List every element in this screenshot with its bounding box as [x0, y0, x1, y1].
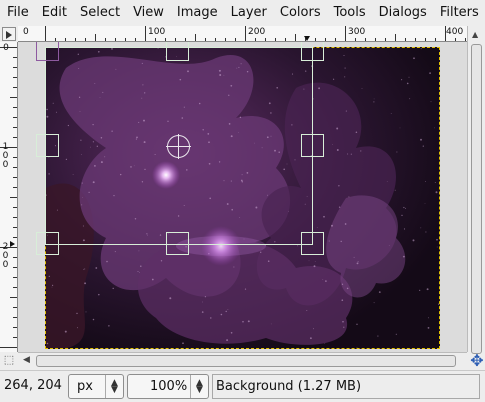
zoom-value: 100% [150, 379, 188, 394]
scroll-left-icon[interactable]: ◀ [23, 355, 30, 365]
quick-mask-arrow-icon[interactable] [2, 27, 16, 41]
statusbar: 264, 204 px ▲ ▼ 100% ▲ ▼ Background (1.27 … [0, 370, 485, 402]
chevron-updown-icon[interactable]: ▲ ▼ [105, 375, 123, 398]
unit-value: px [77, 379, 93, 394]
menu-filters[interactable]: Filters [440, 5, 479, 20]
move-crosshair-icon[interactable] [166, 134, 191, 159]
pointer-marker-icon [304, 36, 310, 41]
navigate-cross-icon[interactable]: ✥ [469, 353, 485, 369]
status-message: Background (1.27 MB) [212, 374, 480, 399]
vertical-scroll-thumb[interactable] [471, 44, 482, 354]
menu-layer[interactable]: Layer [231, 5, 267, 20]
unit-selector[interactable]: px ▲ ▼ [68, 374, 124, 399]
menu-select[interactable]: Select [80, 5, 120, 20]
menu-image[interactable]: Image [177, 5, 218, 20]
handle-bottom-center[interactable] [166, 232, 189, 255]
handle-middle-left[interactable] [36, 134, 59, 157]
hruler-label-0: 0 [23, 27, 29, 37]
hruler-label-200: 200 [248, 27, 266, 37]
menu-edit[interactable]: Edit [42, 5, 67, 20]
selection-overlay[interactable] [18, 42, 467, 352]
hruler-label-400: 400 [446, 27, 464, 37]
menu-dialogs[interactable]: Dialogs [379, 5, 427, 20]
vruler-label-100: 100 [2, 142, 9, 170]
horizontal-ruler-ticks [45, 26, 466, 41]
handle-top-left[interactable] [36, 42, 59, 61]
vertical-ruler-ticks [0, 47, 17, 348]
menu-tools[interactable]: Tools [334, 5, 366, 20]
menu-colors[interactable]: Colors [280, 5, 321, 20]
horizontal-scrollbar[interactable]: ◀ [18, 352, 467, 369]
menu-file[interactable]: File [7, 5, 29, 20]
horizontal-scroll-thumb[interactable] [36, 355, 456, 367]
hruler-label-300: 300 [348, 27, 366, 37]
vertical-scrollbar[interactable]: ▲ [467, 26, 485, 354]
vruler-label-0: 0 [3, 43, 9, 53]
pointer-marker-icon [10, 241, 15, 247]
scroll-up-icon[interactable]: ▲ [472, 30, 478, 39]
vruler-label-200: 200 [2, 242, 9, 270]
vertical-ruler[interactable]: 0 100 200 [0, 42, 18, 352]
menu-view[interactable]: View [133, 5, 164, 20]
horizontal-ruler[interactable]: 0 100 200 300 400 [18, 26, 467, 42]
canvas-area[interactable] [18, 42, 467, 352]
handle-bottom-left[interactable] [36, 232, 59, 255]
pointer-coordinates: 264, 204 [4, 378, 62, 393]
handle-top-center[interactable] [166, 42, 189, 61]
zoom-selector[interactable]: 100% ▲ ▼ [127, 374, 209, 399]
hruler-label-100: 100 [148, 27, 166, 37]
menubar: File Edit Select View Image Layer Colors… [0, 0, 485, 25]
chevron-updown-icon[interactable]: ▲ ▼ [190, 375, 208, 398]
dashed-corner-icon[interactable]: ⬚ [1, 353, 17, 369]
